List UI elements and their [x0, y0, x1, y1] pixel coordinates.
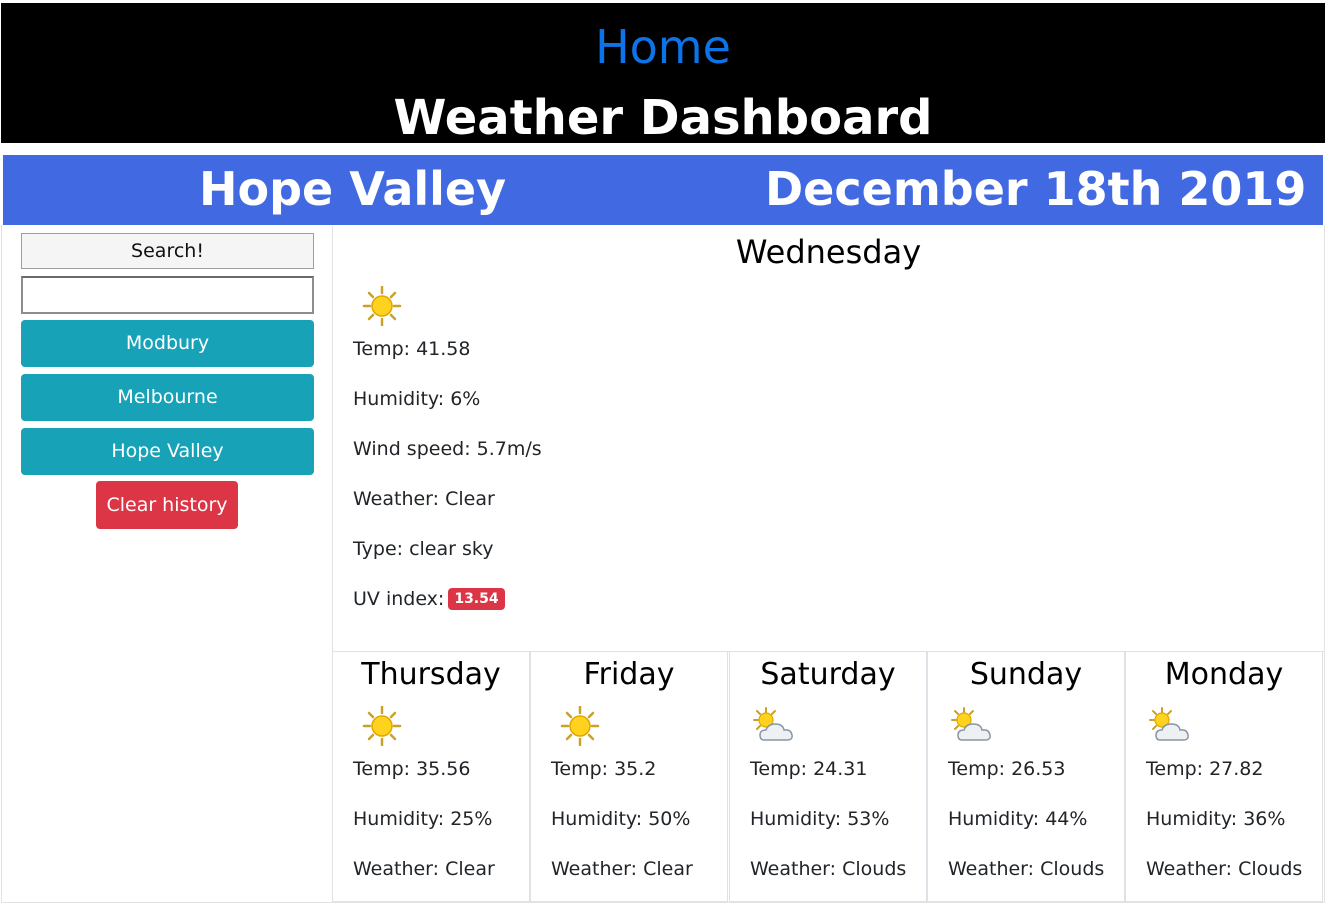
- history-button-melbourne[interactable]: Melbourne: [21, 374, 314, 421]
- forecast-card: Thursday Temp: 35.56 Humidity: 25% Weath…: [332, 652, 530, 902]
- forecast-humidity: Humidity: 25%: [353, 808, 493, 830]
- forecast-card: Friday Temp: 35.2 Humidity: 50% Weather:…: [530, 652, 728, 902]
- current-weather: Weather: Clear: [353, 488, 495, 510]
- clear-history-button[interactable]: Clear history: [96, 481, 238, 529]
- forecast-temp: Temp: 24.31: [750, 758, 868, 780]
- uv-label: UV index:: [353, 588, 445, 610]
- sun-icon: [560, 706, 600, 746]
- forecast-day: Friday: [583, 657, 675, 692]
- current-type: Type: clear sky: [353, 538, 494, 560]
- forecast-weather: Weather: Clear: [551, 858, 693, 880]
- forecast-weather: Weather: Clear: [353, 858, 495, 880]
- current-weather-panel: Wednesday Temp: 41.58 Humidity: 6% Wind …: [332, 226, 1324, 652]
- forecast-day: Monday: [1164, 657, 1284, 692]
- forecast-card: Monday Temp: 27.82 Humidity: 36% Weather…: [1125, 652, 1323, 902]
- sun-cloud-icon: [1149, 707, 1189, 741]
- current-uv: UV index: 13.54: [353, 587, 505, 611]
- page-title: Weather Dashboard: [393, 90, 933, 146]
- current-humidity: Humidity: 6%: [353, 388, 481, 410]
- forecast-temp: Temp: 26.53: [948, 758, 1066, 780]
- sun-cloud-icon: [951, 707, 991, 741]
- forecast-weather: Weather: Clouds: [750, 858, 907, 880]
- forecast-day: Thursday: [361, 657, 501, 692]
- banner-city: Hope Valley: [199, 162, 507, 216]
- banner-date: December 18th 2019: [765, 162, 1307, 216]
- forecast-weather: Weather: Clouds: [948, 858, 1105, 880]
- uv-badge: 13.54: [448, 588, 505, 610]
- site-header: Home Weather Dashboard: [1, 3, 1325, 146]
- forecast-temp: Temp: 27.82: [1146, 758, 1264, 780]
- current-temp: Temp: 41.58: [353, 338, 471, 360]
- search-button[interactable]: Search!: [21, 233, 314, 269]
- forecast-temp: Temp: 35.56: [353, 758, 471, 780]
- forecast-humidity: Humidity: 36%: [1146, 808, 1286, 830]
- forecast-card: Saturday Temp: 24.31 Humidity: 53% Weath…: [729, 652, 927, 902]
- forecast-humidity: Humidity: 53%: [750, 808, 890, 830]
- forecast-temp: Temp: 35.2: [551, 758, 657, 780]
- current-day-title: Wednesday: [735, 233, 922, 271]
- search-input[interactable]: [21, 276, 314, 314]
- forecast-day: Saturday: [760, 657, 896, 692]
- sun-icon: [362, 286, 402, 326]
- sun-cloud-icon: [753, 707, 793, 741]
- forecast-row: Thursday Temp: 35.56 Humidity: 25% Weath…: [332, 652, 1324, 903]
- history-button-hope-valley[interactable]: Hope Valley: [21, 428, 314, 475]
- forecast-humidity: Humidity: 50%: [551, 808, 691, 830]
- forecast-weather: Weather: Clouds: [1146, 858, 1303, 880]
- city-date-banner: Hope Valley December 18th 2019: [3, 155, 1323, 225]
- history-button-modbury[interactable]: Modbury: [21, 320, 314, 367]
- sun-icon: [362, 706, 402, 746]
- forecast-day: Sunday: [969, 657, 1083, 692]
- forecast-card: Sunday Temp: 26.53 Humidity: 44% Weather…: [927, 652, 1125, 902]
- current-wind: Wind speed: 5.7m/s: [353, 438, 542, 460]
- forecast-humidity: Humidity: 44%: [948, 808, 1088, 830]
- home-link[interactable]: Home: [1, 17, 1325, 77]
